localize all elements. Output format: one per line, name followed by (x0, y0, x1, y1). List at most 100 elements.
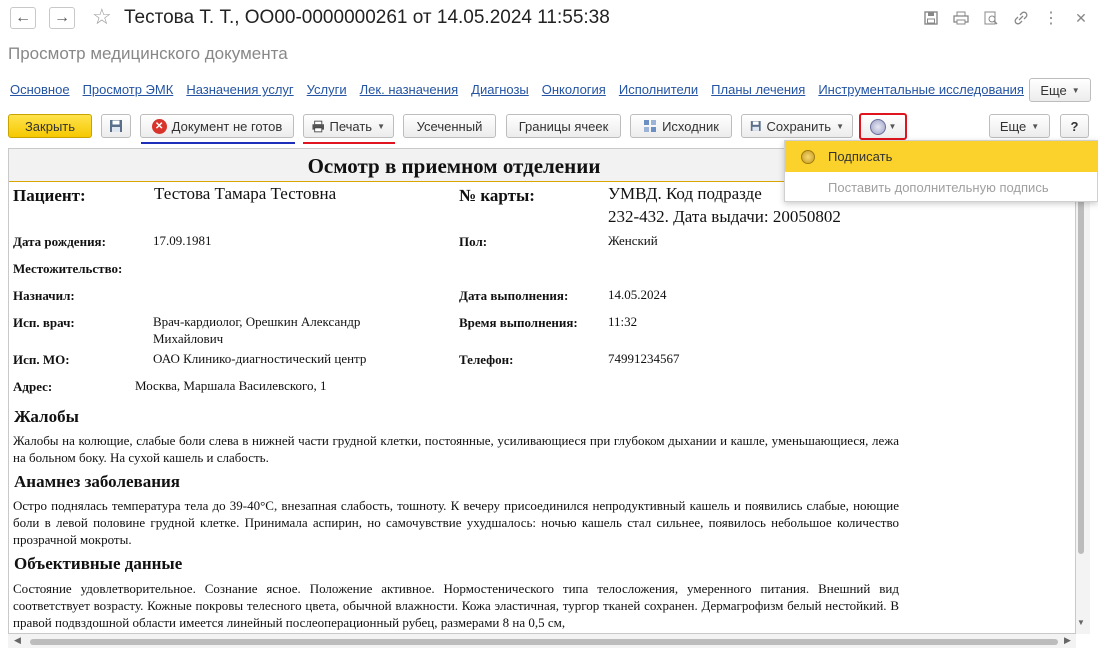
doctor-value-line2: Михайлович (153, 331, 224, 346)
link-main[interactable]: Основное (10, 82, 70, 97)
doctor-label: Исп. врач: (13, 315, 75, 330)
complaints-text: Жалобы на колющие, слабые боли слева в н… (13, 433, 899, 465)
link-emk[interactable]: Просмотр ЭМК (83, 82, 174, 97)
arrow-right-icon: → (54, 9, 70, 26)
link-performers[interactable]: Исполнители (619, 82, 698, 97)
print-button[interactable]: Печать ▼ (303, 114, 394, 138)
save-icon[interactable] (922, 9, 940, 27)
link-treatment-plans[interactable]: Планы лечения (711, 82, 805, 97)
scroll-right-arrow-icon[interactable]: ▶ (1064, 635, 1071, 646)
cell-borders-label: Границы ячеек (518, 118, 609, 134)
printer-icon[interactable] (952, 9, 970, 27)
link-drug-assignments[interactable]: Лек. назначения (360, 82, 459, 97)
arrow-left-icon: ← (15, 9, 31, 26)
save-label: Сохранить (766, 118, 832, 134)
source-label: Исходник (662, 118, 719, 134)
sign-coin-icon (801, 149, 815, 164)
chevron-down-icon: ▼ (836, 121, 844, 131)
vertical-scroll-thumb[interactable] (1078, 196, 1084, 554)
close-button-label: Закрыть (24, 118, 76, 134)
document-not-ready-button[interactable]: ✕ Документ не готов (140, 114, 294, 138)
close-button[interactable]: Закрыть (8, 114, 92, 138)
error-icon: ✕ (151, 118, 167, 134)
patient-label: Пациент: (13, 186, 86, 205)
more-button[interactable]: Еще ▼ (989, 114, 1050, 138)
save-disk-button[interactable] (101, 114, 131, 138)
horizontal-scroll-thumb[interactable] (30, 639, 1058, 645)
mo-value: ОАО Клинико-диагностический центр (153, 351, 367, 366)
link-instrumental-studies[interactable]: Инструментальные исследования (818, 82, 1024, 97)
birth-date-value: 17.09.1981 (153, 233, 212, 248)
more-links-button[interactable]: Еще ▼ (1029, 78, 1091, 102)
chevron-down-icon: ▼ (1031, 121, 1040, 131)
document-view[interactable]: Осмотр в приемном отделении Пациент: Тес… (8, 148, 1076, 634)
help-button[interactable]: ? (1060, 114, 1089, 138)
sign-dropdown-menu: Подписать Поставить дополнительную подпи… (784, 140, 1098, 202)
exec-date-value: 14.05.2024 (608, 287, 667, 302)
objective-title: Объективные данные (14, 554, 183, 573)
link-services[interactable]: Услуги (307, 82, 347, 97)
grid-icon (644, 120, 657, 132)
not-ready-label: Документ не готов (171, 118, 283, 134)
sex-value: Женский (608, 233, 658, 248)
chevron-down-icon: ▼ (1071, 85, 1080, 95)
section-links: Основное Просмотр ЭМК Назначения услуг У… (10, 82, 1024, 97)
floppy-icon (110, 120, 122, 132)
exec-date-label: Дата выполнения: (459, 288, 569, 303)
phone-value: 74991234567 (608, 351, 680, 366)
more-vertical-icon[interactable]: ⋮ (1042, 9, 1060, 27)
save-button[interactable]: Сохранить ▼ (741, 114, 853, 138)
assigned-by-label: Назначил: (13, 288, 75, 303)
anamnesis-title: Анамнез заболевания (14, 472, 181, 491)
source-button[interactable]: Исходник (630, 114, 732, 138)
patient-value: Тестова Тамара Тестовна (154, 184, 337, 203)
card-label: № карты: (459, 186, 535, 205)
close-icon[interactable]: ✕ (1072, 9, 1090, 27)
not-ready-underline (141, 142, 295, 144)
cell-borders-button[interactable]: Границы ячеек (506, 114, 621, 138)
menu-item-add-signature-label: Поставить дополнительную подпись (828, 180, 1049, 195)
exec-time-label: Время выполнения: (459, 315, 578, 330)
floppy-icon (750, 121, 761, 131)
menu-item-sign[interactable]: Подписать (785, 141, 1098, 172)
menu-item-sign-label: Подписать (828, 149, 893, 164)
chevron-down-icon: ▼ (888, 122, 897, 131)
help-label: ? (1070, 118, 1079, 134)
sex-label: Пол: (459, 234, 488, 249)
birth-date-label: Дата рождения: (13, 234, 106, 249)
link-oncology[interactable]: Онкология (542, 82, 606, 97)
link-service-assignments[interactable]: Назначения услуг (186, 82, 293, 97)
more-label: Еще (999, 118, 1027, 134)
preview-icon[interactable] (982, 9, 1000, 27)
favorite-star-icon[interactable]: ☆ (92, 4, 112, 30)
residence-label: Местожительство: (13, 261, 123, 276)
truncated-label: Усеченный (416, 118, 483, 134)
mo-label: Исп. МО: (13, 352, 70, 367)
more-links-label: Еще (1040, 82, 1067, 98)
window-title: Тестова Т. Т., ОО00-0000000261 от 14.05.… (124, 7, 610, 28)
exec-time-value: 11:32 (608, 314, 638, 329)
doctor-value-line1: Врач-кардиолог, Орешкин Александр (153, 314, 361, 329)
anamnesis-text: Остро поднялась температура тела до 39-4… (13, 498, 899, 547)
print-underline (303, 142, 395, 144)
chevron-down-icon: ▼ (377, 121, 385, 131)
address-label: Адрес: (13, 379, 53, 394)
sign-menu-button[interactable]: ▼ (859, 113, 907, 140)
print-label: Печать (329, 118, 373, 134)
card-value-line1: УМВД. Код подразде (608, 184, 762, 203)
back-button[interactable]: ← (10, 7, 36, 29)
truncated-button[interactable]: Усеченный (403, 114, 496, 138)
address-value: Москва, Маршала Василевского, 1 (135, 378, 327, 393)
document-heading: Осмотр в приемном отделении (9, 149, 899, 182)
scroll-down-arrow-icon[interactable]: ▼ (1077, 618, 1085, 627)
menu-item-add-signature[interactable]: Поставить дополнительную подпись (785, 172, 1098, 203)
card-value-line2: 232-432. Дата выдачи: 20050802 (608, 207, 841, 226)
complaints-title: Жалобы (14, 407, 79, 426)
phone-label: Телефон: (459, 352, 514, 367)
link-diagnoses[interactable]: Диагнозы (471, 82, 529, 97)
objective-text: Состояние удовлетворительное. Сознание я… (13, 581, 899, 630)
link-icon[interactable] (1012, 9, 1030, 27)
page-subtitle: Просмотр медицинского документа (8, 44, 288, 63)
forward-button[interactable]: → (49, 7, 75, 29)
scroll-left-arrow-icon[interactable]: ◀ (14, 635, 21, 646)
